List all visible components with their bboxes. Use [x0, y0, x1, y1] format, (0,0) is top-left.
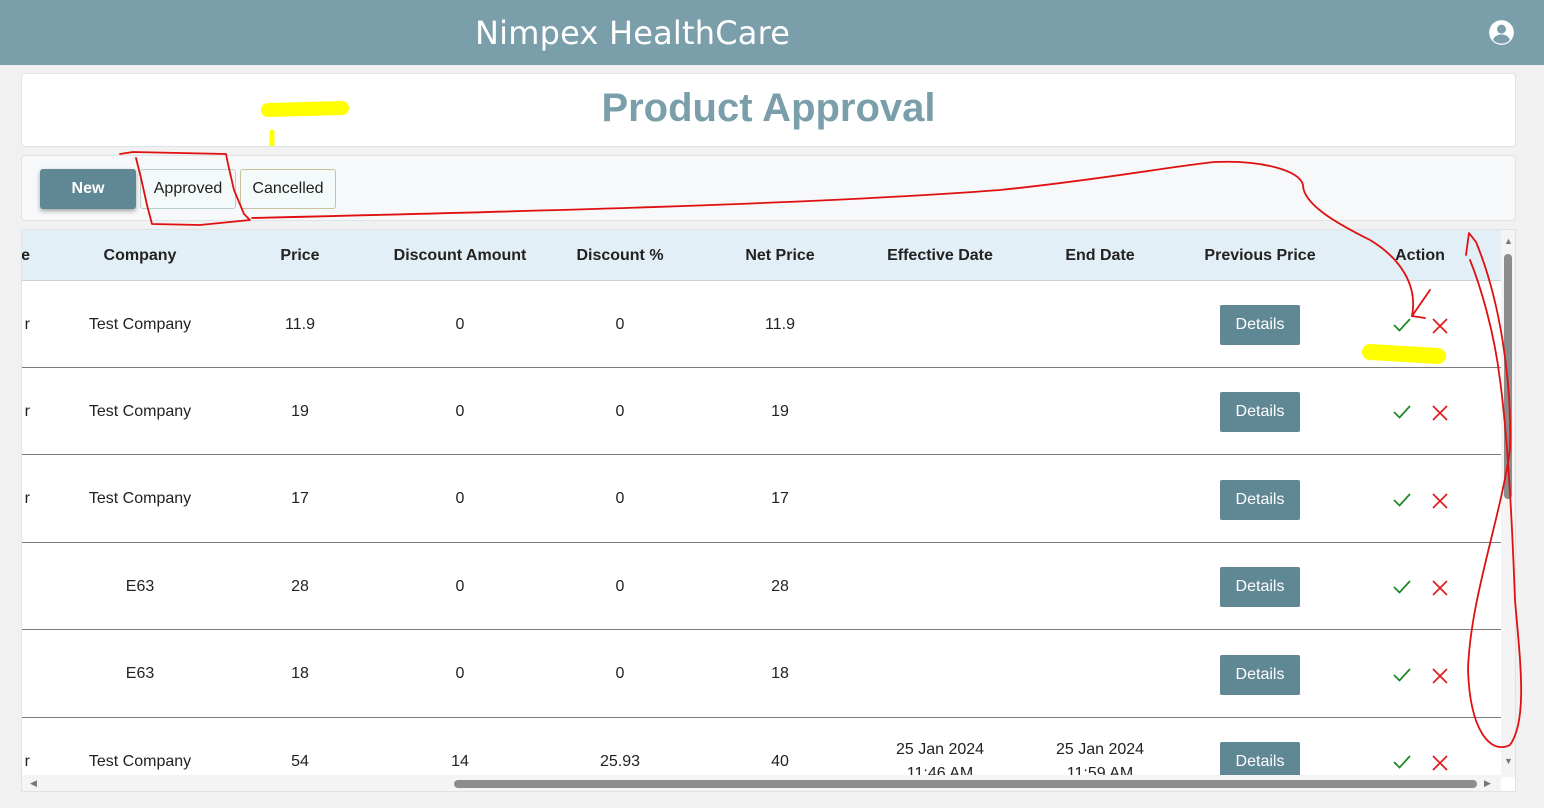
table-row: r Test Company 17 0 0 17 Details — [22, 456, 1501, 543]
scroll-left-arrow-icon[interactable]: ◀ — [30, 778, 37, 789]
column-header-discount-percent[interactable]: Discount % — [576, 247, 663, 265]
cell-company: Test Company — [88, 402, 192, 420]
page-title: Product Approval — [601, 86, 936, 130]
effective-date-text: 25 Jan 2024 — [895, 740, 985, 758]
cell-company: E63 — [125, 665, 155, 683]
table-header: e Company Price Discount Amount Discount… — [22, 230, 1502, 281]
cell-net-price: 18 — [771, 665, 789, 683]
table-row: E63 18 0 0 18 Details — [22, 631, 1501, 718]
approve-check-icon[interactable] — [1392, 315, 1412, 335]
reject-x-icon[interactable] — [1431, 317, 1449, 335]
details-button[interactable]: Details — [1220, 305, 1300, 345]
cell-company: Test Company — [88, 315, 192, 333]
reject-x-icon[interactable] — [1431, 492, 1449, 510]
table-row: E63 28 0 0 28 Details — [22, 543, 1501, 631]
end-date-text: 25 Jan 2024 — [1055, 740, 1145, 758]
cell-company: Test Company — [88, 490, 192, 508]
tab-new[interactable]: New — [40, 169, 136, 209]
cell-company: E63 — [125, 577, 155, 595]
cell-discount-percent: 0 — [615, 315, 625, 333]
cell-net-price: 17 — [771, 490, 789, 508]
app-title: Nimpex HealthCare — [475, 14, 791, 52]
horizontal-scrollbar[interactable]: ◀ ▶ — [22, 775, 1501, 791]
product-approval-table: e Company Price Discount Amount Discount… — [21, 229, 1516, 792]
cell-discount-percent: 0 — [615, 665, 625, 683]
cell-discount-amount: 0 — [455, 490, 465, 508]
scroll-right-arrow-icon[interactable]: ▶ — [1484, 778, 1491, 789]
scroll-up-arrow-icon[interactable]: ▲ — [1504, 236, 1513, 246]
approve-check-icon[interactable] — [1392, 402, 1412, 422]
cell-price: 19 — [291, 402, 309, 420]
reject-x-icon[interactable] — [1431, 579, 1449, 597]
cell-clipped: r — [24, 315, 30, 333]
account-circle-icon[interactable] — [1488, 19, 1515, 46]
cell-price: 11.9 — [285, 315, 315, 333]
scroll-down-arrow-icon[interactable]: ▼ — [1504, 756, 1513, 766]
cell-clipped: r — [24, 490, 30, 508]
vertical-scrollbar[interactable]: ▲ ▼ — [1501, 230, 1515, 777]
cell-discount-amount: 0 — [455, 315, 465, 333]
reject-x-icon[interactable] — [1431, 754, 1449, 772]
column-header-end-date[interactable]: End Date — [1065, 247, 1134, 265]
approve-check-icon[interactable] — [1392, 752, 1412, 772]
tab-cancelled[interactable]: Cancelled — [240, 169, 336, 209]
table-row: r Test Company 19 0 0 19 Details — [22, 368, 1501, 456]
details-button[interactable]: Details — [1220, 567, 1300, 608]
tab-approved[interactable]: Approved — [140, 169, 236, 209]
column-header-company[interactable]: Company — [104, 247, 177, 265]
cell-net-price: 19 — [771, 402, 789, 420]
details-button[interactable]: Details — [1220, 479, 1300, 520]
cell-discount-amount: 0 — [455, 665, 465, 683]
cell-net-price: 11.9 — [765, 315, 795, 333]
reject-x-icon[interactable] — [1431, 667, 1449, 685]
approve-check-icon[interactable] — [1392, 665, 1412, 685]
cell-discount-percent: 0 — [615, 490, 625, 508]
column-header-effective-date[interactable]: Effective Date — [887, 247, 993, 265]
cell-discount-percent: 0 — [615, 577, 625, 595]
cell-price: 18 — [291, 665, 309, 683]
reject-x-icon[interactable] — [1431, 404, 1449, 422]
column-header-previous-price[interactable]: Previous Price — [1204, 247, 1315, 265]
title-card: Product Approval — [21, 73, 1516, 147]
column-header-price[interactable]: Price — [280, 247, 319, 265]
details-button[interactable]: Details — [1220, 654, 1300, 695]
table-row: r Test Company 11.9 0 0 11.9 Details — [22, 281, 1501, 368]
cell-clipped — [22, 631, 30, 718]
cell-discount-amount: 0 — [455, 402, 465, 420]
cell-price: 28 — [291, 577, 309, 595]
cell-discount-percent: 0 — [615, 402, 625, 420]
horizontal-scroll-thumb[interactable] — [454, 780, 1477, 788]
column-header-discount-amount[interactable]: Discount Amount — [394, 247, 527, 265]
details-button[interactable]: Details — [1220, 392, 1300, 433]
status-tab-bar: New Approved Cancelled — [21, 155, 1516, 221]
cell-price: 17 — [291, 490, 309, 508]
cell-net-price: 28 — [771, 577, 789, 595]
cell-clipped — [22, 543, 30, 630]
approve-check-icon[interactable] — [1392, 490, 1412, 510]
top-bar: Nimpex HealthCare — [0, 0, 1544, 65]
clipped-column-header: e — [22, 247, 30, 265]
approve-check-icon[interactable] — [1392, 577, 1412, 597]
column-header-action: Action — [1395, 247, 1445, 264]
column-header-net-price[interactable]: Net Price — [745, 247, 814, 265]
cell-discount-amount: 0 — [455, 577, 465, 595]
cell-clipped: r — [24, 402, 30, 420]
vertical-scroll-thumb[interactable] — [1504, 254, 1512, 499]
